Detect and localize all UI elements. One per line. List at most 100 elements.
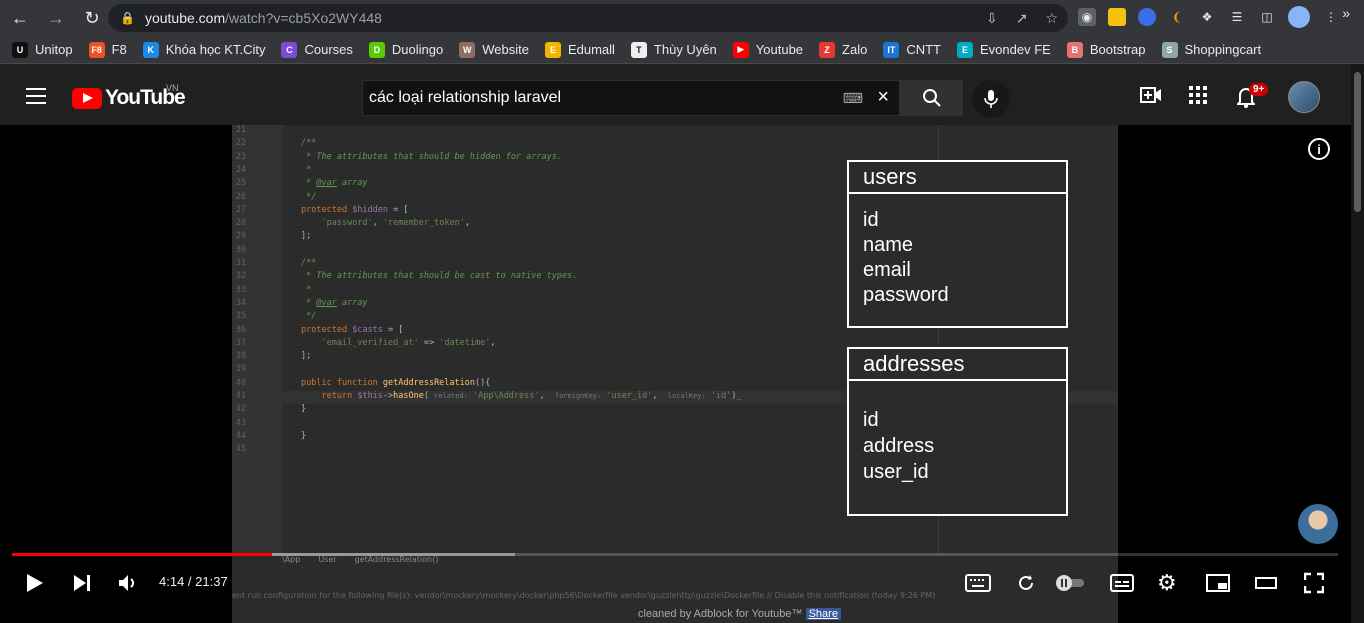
line-number: 40 (235, 377, 246, 388)
code-text: ]; (301, 351, 312, 362)
line-number: 27 (235, 204, 246, 215)
autoplay-toggle[interactable] (1054, 571, 1086, 595)
bookmark-label: CNTT (906, 42, 942, 57)
apps-grid-icon[interactable] (1189, 86, 1207, 104)
youtube-play-logo-icon (72, 87, 102, 109)
bookmark-favicon-icon: IT (883, 41, 900, 58)
keyboard-icon[interactable]: ⌨ (843, 90, 863, 107)
extensions-puzzle-icon[interactable]: ❖ (1198, 8, 1216, 26)
users-table-diagram: users id name email password (847, 160, 1068, 328)
page-scrollbar[interactable] (1351, 64, 1364, 623)
bookmark-favicon-icon: U (12, 41, 28, 58)
vpn-extension-icon[interactable] (1138, 8, 1156, 26)
bookmark-label: Website (482, 42, 529, 57)
bookmark-item[interactable]: U Unitop (12, 41, 73, 58)
back-arrow-icon[interactable]: ← (4, 2, 36, 34)
address-bar[interactable]: 🔒 youtube.com/watch?v=cb5Xo2WY448 ⇩ ↗ ☆ (108, 4, 1068, 32)
url-host: youtube.com (144, 10, 226, 26)
profile-avatar-icon[interactable] (1288, 6, 1310, 28)
adblock-share-link[interactable]: Share (805, 608, 841, 620)
clear-search-icon[interactable]: × (877, 86, 889, 109)
keyboard-shortcuts-icon[interactable] (965, 571, 991, 595)
code-text: * (301, 164, 312, 175)
reload-icon[interactable]: ↻ (76, 2, 108, 34)
menu-icon[interactable] (26, 88, 46, 109)
notes-extension-icon[interactable] (1108, 8, 1126, 26)
bookmark-item[interactable]: E Evondev FE (957, 41, 1051, 58)
create-video-icon[interactable] (1140, 86, 1162, 104)
progress-bar[interactable] (12, 553, 1338, 556)
bookmark-item[interactable]: F8 F8 (88, 41, 127, 58)
bookmark-item[interactable]: W Website (459, 41, 529, 58)
line-number: 30 (235, 244, 246, 255)
line-number: 32 (235, 271, 246, 282)
channel-watermark-avatar[interactable] (1298, 504, 1338, 544)
next-video-icon[interactable] (73, 571, 91, 595)
bookmark-item[interactable]: K Khóa học KT.City (142, 41, 265, 58)
bookmark-item[interactable]: E Edumall (544, 41, 615, 58)
bookmark-star-icon[interactable]: ☆ (1045, 10, 1058, 27)
info-icon[interactable]: i (1308, 138, 1330, 160)
code-text: 'email_verified_at' => 'datetime', (321, 337, 496, 348)
media-queue-icon[interactable]: ☰ (1228, 8, 1246, 26)
country-code: VN (166, 83, 179, 93)
code-text: * @var array (301, 297, 368, 308)
table-field: password (863, 284, 949, 306)
bookmark-item[interactable]: T Thùy Uyên (630, 41, 717, 58)
search-button[interactable] (900, 80, 963, 116)
orange-extension-icon[interactable]: ❨ (1168, 8, 1186, 26)
bookmark-label: Evondev FE (980, 42, 1051, 57)
camera-extension-icon[interactable]: ◉ (1078, 8, 1096, 26)
line-number: 25 (235, 178, 246, 189)
line-number: 21 (235, 125, 246, 135)
autoplay-refresh-icon[interactable] (1016, 571, 1036, 595)
fullscreen-icon[interactable] (1304, 571, 1324, 595)
bookmark-item[interactable]: IT CNTT (883, 41, 942, 58)
forward-arrow-icon[interactable]: → (40, 2, 72, 34)
bookmark-item[interactable]: B Bootstrap (1066, 41, 1146, 58)
side-panel-icon[interactable]: ◫ (1258, 8, 1276, 26)
bookmark-label: Thùy Uyên (653, 42, 717, 57)
account-avatar[interactable] (1288, 81, 1320, 113)
play-icon[interactable] (26, 571, 44, 595)
adblock-text: cleaned by Adblock for Youtube™ (638, 608, 803, 620)
bookmark-favicon-icon: F8 (88, 41, 105, 58)
install-app-icon[interactable]: ⇩ (986, 10, 998, 27)
bookmark-favicon-icon: Z (819, 41, 836, 58)
theater-mode-icon[interactable] (1255, 571, 1277, 595)
code-text: } (301, 430, 307, 441)
url-path: /watch?v=cb5Xo2WY448 (225, 10, 382, 26)
bookmarks-overflow-icon[interactable]: » (1342, 5, 1350, 21)
code-text: * The attributes that should be hidden f… (301, 151, 562, 162)
miniplayer-icon[interactable] (1206, 571, 1230, 595)
bookmark-label: F8 (111, 42, 127, 57)
subtitles-icon[interactable] (1110, 571, 1134, 595)
code-text: */ (301, 191, 317, 202)
bookmark-item[interactable]: D Duolingo (368, 41, 443, 58)
table-field: user_id (863, 461, 929, 483)
bookmark-item[interactable]: Z Zalo (819, 41, 868, 58)
table-field: id (863, 409, 879, 431)
line-number: 28 (235, 218, 246, 229)
bookmark-item[interactable]: ▶ Youtube (732, 41, 803, 58)
share-icon[interactable]: ↗ (1016, 10, 1028, 27)
youtube-header: YouTube VN các loại relationship laravel… (0, 64, 1364, 125)
code-text: protected $hidden = [ (301, 204, 409, 215)
bookmark-label: Zalo (842, 42, 868, 57)
bookmark-favicon-icon: S (1161, 41, 1178, 58)
settings-gear-icon[interactable]: ⚙ (1157, 570, 1177, 595)
bookmark-item[interactable]: C Courses (281, 41, 353, 58)
search-input[interactable]: các loại relationship laravel ⌨ × (362, 80, 900, 116)
code-text: } (301, 404, 307, 415)
line-number: 45 (235, 444, 246, 455)
volume-icon[interactable] (118, 571, 138, 595)
scrollbar-thumb[interactable] (1354, 72, 1361, 212)
bookmark-favicon-icon: C (281, 41, 298, 58)
code-text: ]; (301, 231, 312, 242)
voice-search-button[interactable] (972, 80, 1010, 118)
search-query: các loại relationship laravel (369, 89, 562, 106)
line-number: 23 (235, 151, 246, 162)
chrome-menu-icon[interactable]: ⋮ (1322, 8, 1340, 26)
video-player[interactable]: 21 22 /** 23 * The attributes that should b… (0, 125, 1351, 623)
bookmark-item[interactable]: S Shoppingcart (1161, 41, 1261, 58)
